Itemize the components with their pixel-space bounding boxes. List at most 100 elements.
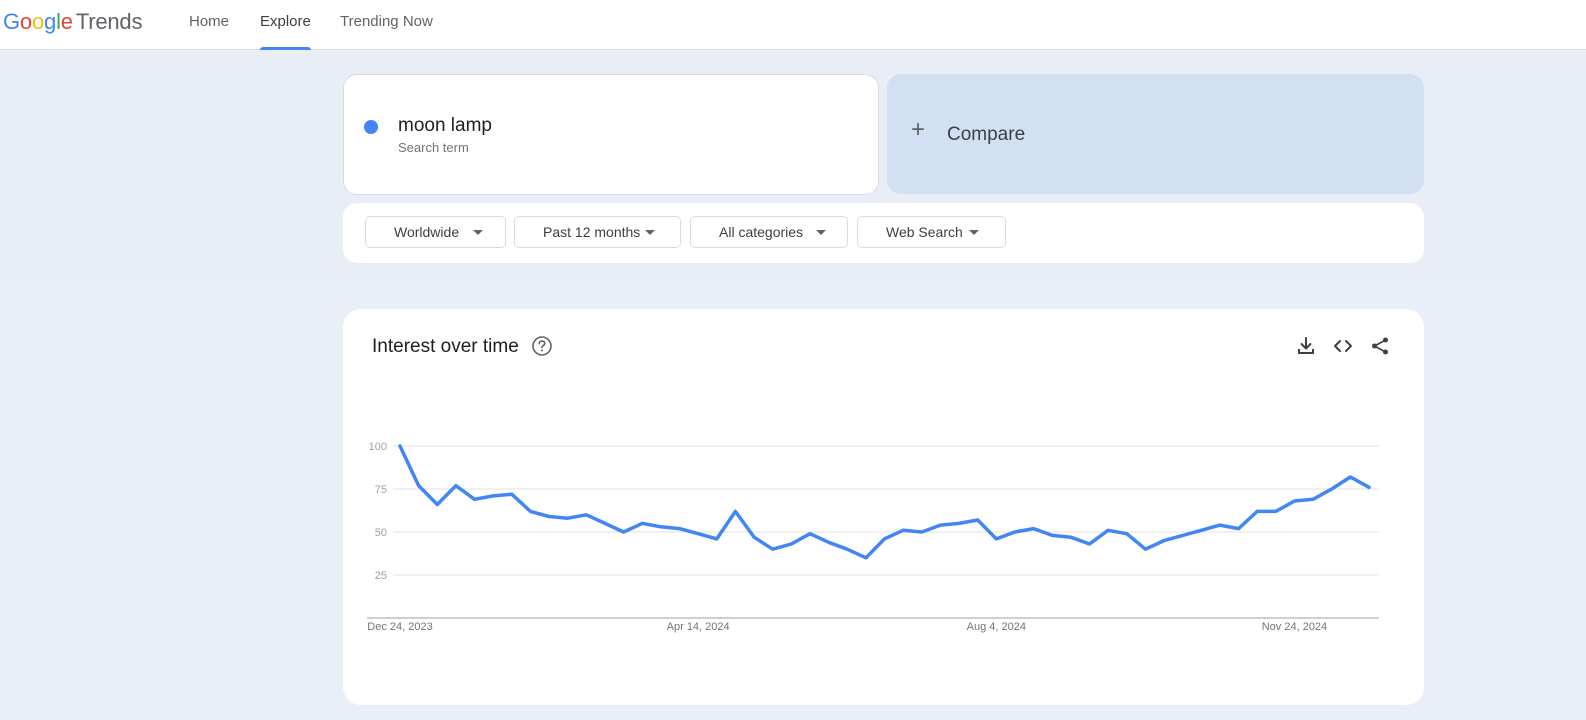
- data-point[interactable]: [1214, 519, 1226, 531]
- data-point[interactable]: [1233, 523, 1245, 535]
- y-axis-ticks: 25 50 75 100: [369, 441, 387, 582]
- data-point[interactable]: [1028, 523, 1040, 535]
- nav-explore-label: Explore: [260, 13, 311, 30]
- data-point[interactable]: [599, 517, 611, 529]
- data-point[interactable]: [1270, 505, 1282, 517]
- data-point[interactable]: [841, 543, 853, 555]
- data-point[interactable]: [562, 512, 574, 524]
- data-point[interactable]: [916, 526, 928, 538]
- category-filter-label: All categories: [719, 224, 804, 240]
- data-point[interactable]: [1158, 535, 1170, 547]
- location-filter-label: Worldwide: [394, 224, 460, 240]
- logo-letter: g: [44, 9, 57, 34]
- data-point[interactable]: [972, 514, 984, 526]
- y-tick-label: 50: [375, 527, 387, 539]
- top-bar: Google Trends Home Explore Trending Now: [0, 0, 1586, 50]
- x-tick-label: Aug 4, 2024: [967, 621, 1026, 633]
- compare-button[interactable]: + Compare: [887, 74, 1424, 194]
- data-point[interactable]: [674, 523, 686, 535]
- data-point[interactable]: [524, 505, 536, 517]
- caret-down-icon: [969, 230, 979, 235]
- caret-down-icon: [473, 230, 483, 235]
- chart-grid: [393, 445, 1379, 576]
- logo-letter: o: [19, 9, 32, 34]
- search-term-name[interactable]: moon lamp: [398, 115, 492, 137]
- time-range-filter-label: Past 12 months: [543, 224, 641, 240]
- data-point[interactable]: [636, 517, 648, 529]
- logo-product-name: Trends: [75, 9, 143, 34]
- data-point[interactable]: [487, 490, 499, 502]
- data-point[interactable]: [1251, 505, 1263, 517]
- data-point[interactable]: [729, 505, 741, 517]
- data-point[interactable]: [748, 531, 760, 543]
- logo-letter: e: [60, 9, 73, 34]
- data-point[interactable]: [469, 493, 481, 505]
- location-filter[interactable]: Worldwide: [365, 216, 506, 248]
- nav-explore[interactable]: Explore: [260, 0, 311, 50]
- y-tick-label: 75: [375, 484, 387, 496]
- data-point[interactable]: [431, 498, 443, 510]
- data-point[interactable]: [1046, 529, 1058, 541]
- data-point[interactable]: [711, 533, 723, 545]
- y-tick-label: 100: [369, 441, 387, 453]
- interest-over-time-chart: 25 50 75 100 Dec 24, 2023 Apr 14, 2024 Aug 4,…: [367, 440, 1379, 633]
- x-tick-label: Apr 14, 2024: [667, 621, 730, 633]
- data-point[interactable]: [897, 524, 909, 536]
- data-point[interactable]: [934, 519, 946, 531]
- data-point[interactable]: [413, 480, 425, 492]
- data-point[interactable]: [1009, 526, 1021, 538]
- interest-over-time-card: Interest over time 25 50 75 100 Dec 24, 202…: [343, 309, 1424, 705]
- data-point[interactable]: [580, 509, 592, 521]
- data-point[interactable]: [1344, 471, 1356, 483]
- data-point[interactable]: [1288, 495, 1300, 507]
- x-axis-ticks: Dec 24, 2023 Apr 14, 2024 Aug 4, 2024 Nov 2…: [367, 621, 1327, 633]
- data-point[interactable]: [1065, 531, 1077, 543]
- nav-home[interactable]: Home: [189, 0, 229, 50]
- search-type-filter[interactable]: Web Search: [857, 216, 1006, 248]
- logo-letter: G: [3, 9, 20, 34]
- data-point[interactable]: [1139, 543, 1151, 555]
- data-point[interactable]: [785, 538, 797, 550]
- data-point[interactable]: [692, 528, 704, 540]
- y-tick-label: 25: [375, 570, 387, 582]
- nav-trending-now[interactable]: Trending Now: [340, 0, 433, 50]
- category-filter[interactable]: All categories: [690, 216, 848, 248]
- data-point[interactable]: [1121, 528, 1133, 540]
- data-point[interactable]: [543, 511, 555, 523]
- data-point[interactable]: [450, 480, 462, 492]
- data-point[interactable]: [860, 552, 872, 564]
- caret-down-icon: [816, 230, 826, 235]
- data-point[interactable]: [804, 528, 816, 540]
- series-points[interactable]: [394, 440, 1375, 564]
- data-point[interactable]: [1195, 524, 1207, 536]
- search-term-card[interactable]: moon lamp Search term: [343, 74, 879, 195]
- data-point[interactable]: [1363, 481, 1375, 493]
- data-point[interactable]: [506, 488, 518, 500]
- data-point[interactable]: [394, 440, 406, 452]
- active-tab-indicator: [260, 47, 311, 50]
- search-term-type: Search term: [398, 140, 469, 155]
- filter-bar: Worldwide Past 12 months All categories …: [343, 203, 1424, 263]
- data-point[interactable]: [767, 543, 779, 555]
- data-point[interactable]: [990, 533, 1002, 545]
- data-point[interactable]: [1326, 483, 1338, 495]
- data-point[interactable]: [1083, 538, 1095, 550]
- data-point[interactable]: [618, 526, 630, 538]
- data-point[interactable]: [1177, 529, 1189, 541]
- compare-label: Compare: [947, 124, 1026, 145]
- caret-down-icon: [645, 230, 655, 235]
- data-point[interactable]: [655, 521, 667, 533]
- data-point[interactable]: [823, 536, 835, 548]
- x-tick-label: Dec 24, 2023: [367, 621, 432, 633]
- search-type-filter-label: Web Search: [886, 224, 963, 240]
- term-color-dot: [364, 120, 378, 134]
- data-point[interactable]: [1307, 493, 1319, 505]
- time-range-filter[interactable]: Past 12 months: [514, 216, 681, 248]
- data-point[interactable]: [1102, 524, 1114, 536]
- plus-icon: +: [911, 116, 926, 143]
- google-trends-logo[interactable]: Google Trends: [3, 9, 142, 35]
- logo-letter: o: [31, 9, 45, 34]
- data-point[interactable]: [879, 533, 891, 545]
- x-tick-label: Nov 24, 2024: [1262, 621, 1327, 633]
- data-point[interactable]: [953, 517, 965, 529]
